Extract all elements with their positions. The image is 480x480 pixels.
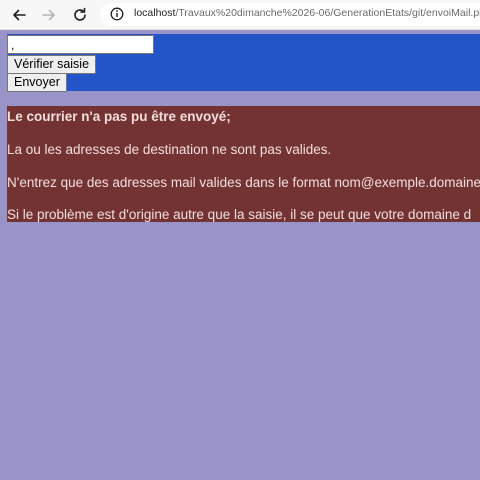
error-message-1: La ou les adresses de destination ne son… [7, 142, 332, 157]
browser-toolbar: localhost/Travaux%20dimanche%2026-06/Gen… [0, 0, 480, 30]
address-bar[interactable]: localhost/Travaux%20dimanche%2026-06/Gen… [100, 3, 480, 26]
error-message-3: Si le problème est d'origine autre que l… [7, 207, 472, 222]
forward-button[interactable] [38, 4, 60, 26]
back-button[interactable] [8, 4, 30, 26]
info-icon[interactable] [110, 7, 124, 21]
email-input[interactable] [7, 35, 154, 54]
send-button[interactable]: Envoyer [7, 73, 67, 92]
reload-icon [74, 7, 86, 21]
error-title: Le courrier n'a pas pu être envoyé; [7, 109, 231, 124]
url-text[interactable]: localhost/Travaux%20dimanche%2026-06/Gen… [134, 7, 480, 19]
error-panel: Le courrier n'a pas pu être envoyé; La o… [7, 106, 480, 222]
verify-button[interactable]: Vérifier saisie [7, 55, 97, 74]
url-host: localhost [134, 7, 176, 19]
reload-button[interactable] [69, 4, 91, 26]
back-arrow-icon [13, 9, 26, 21]
url-path: /Travaux%20dimanche%2026-06/GenerationEt… [175, 7, 480, 19]
page-content: Vérifier saisie Envoyer Le courrier n'a … [0, 30, 480, 480]
forward-arrow-icon [42, 9, 55, 21]
error-message-2: N'entrez que des adresses mail valides d… [7, 175, 480, 190]
